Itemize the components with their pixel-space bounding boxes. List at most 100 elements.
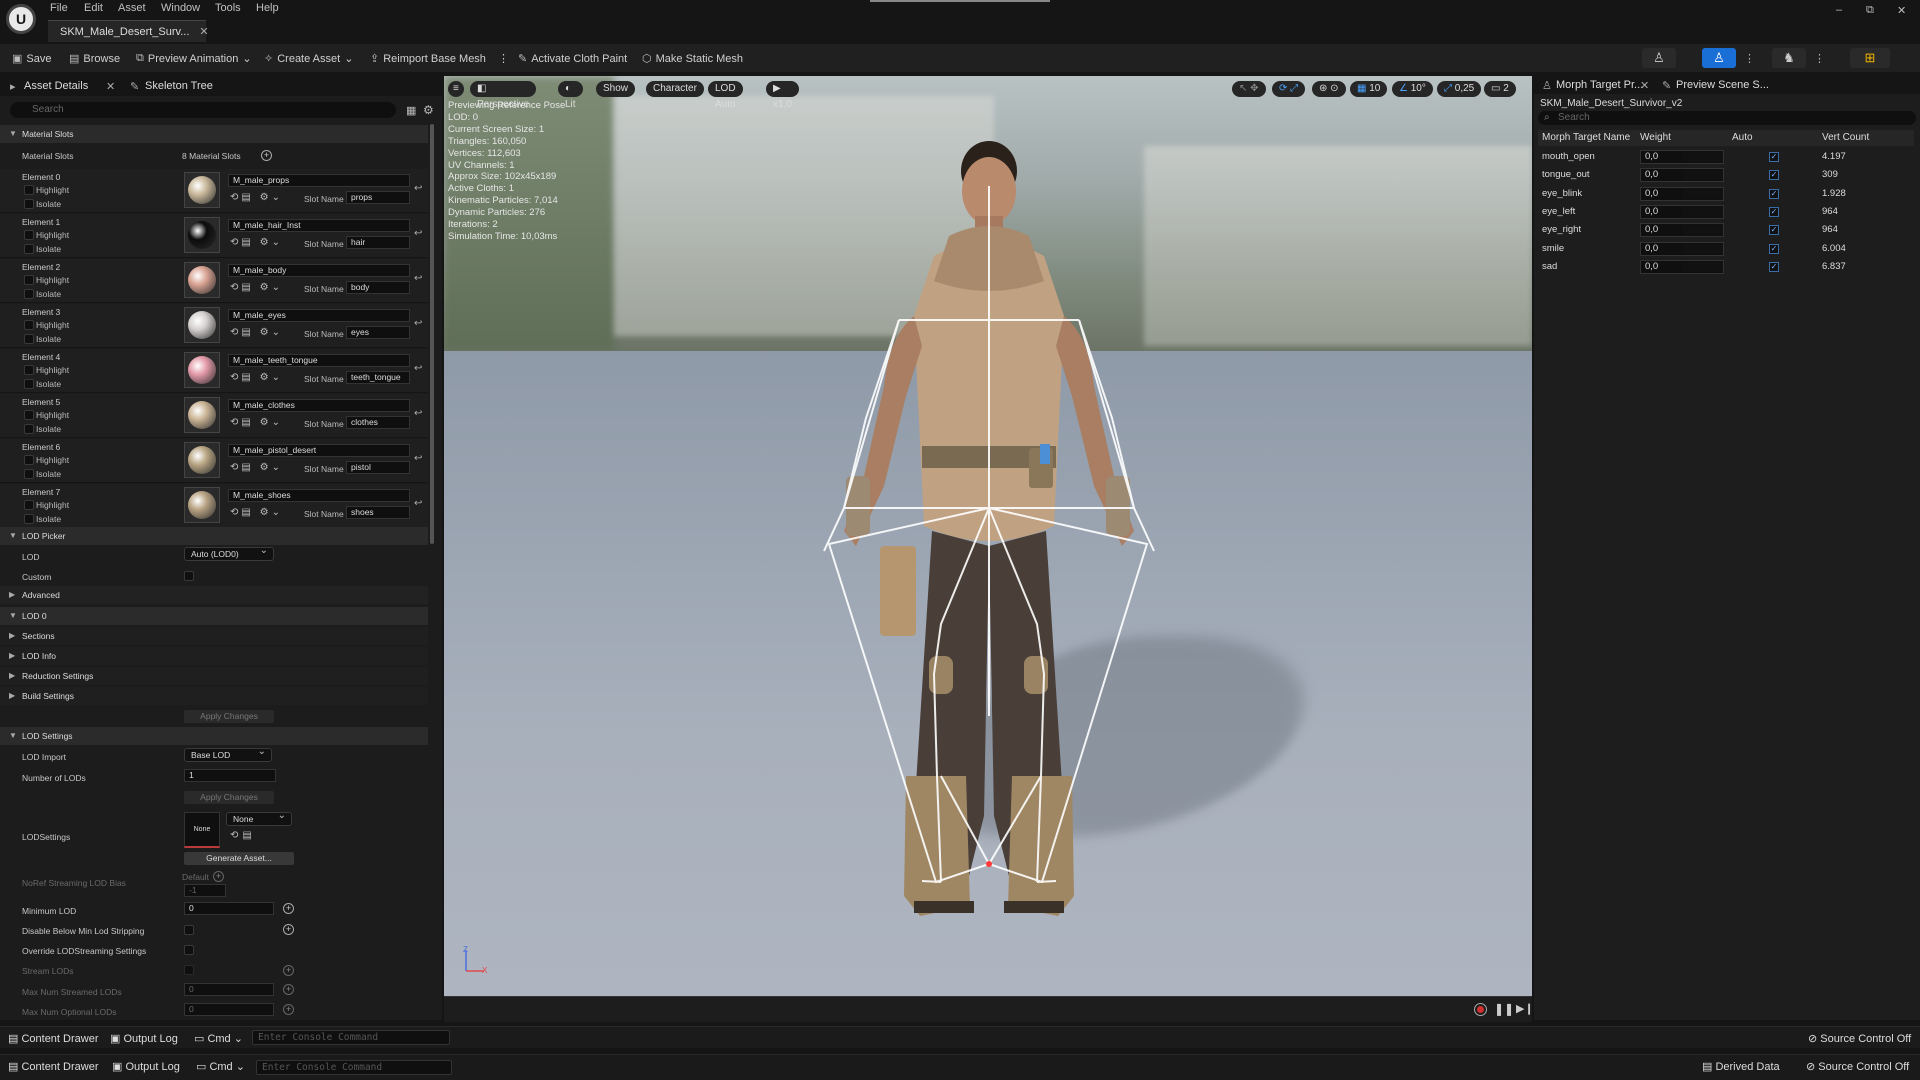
lodsettings-dropdown[interactable]: None [226, 810, 292, 826]
highlight-checkbox[interactable] [24, 410, 34, 420]
apply-changes-button-2[interactable]: Apply Changes [184, 791, 274, 804]
material-name-field[interactable]: M_male_pistol_desert [228, 444, 410, 457]
highlight-checkbox[interactable] [24, 365, 34, 375]
console-input[interactable]: Enter Console Command [252, 1030, 450, 1045]
cmd-dropdown[interactable]: ▭ Cmd ⌄ [194, 1032, 243, 1045]
slot-name-input[interactable]: teeth_tongue [346, 371, 410, 384]
blueprint-mode-button[interactable]: ⊞ [1850, 48, 1890, 68]
lit-button[interactable]: ◐ Lit [558, 81, 583, 110]
noref-value-input[interactable]: -1 [184, 884, 226, 897]
custom-checkbox[interactable] [184, 571, 194, 581]
auto-checkbox[interactable]: ✓ [1769, 188, 1779, 199]
perspective-button[interactable]: ◧ Perspective [470, 81, 537, 110]
weight-input[interactable]: 0,0 [1640, 186, 1724, 201]
character-button[interactable]: Character [646, 81, 704, 97]
character-model[interactable] [444, 76, 1532, 996]
more-options-icon[interactable]: ⋮ [1814, 52, 1825, 65]
material-thumbnail[interactable] [184, 172, 220, 208]
number-of-lods-input[interactable]: 1 [184, 769, 276, 782]
lod-auto-button[interactable]: LOD Auto [708, 81, 743, 110]
material-name-field[interactable]: M_male_clothes [228, 399, 410, 412]
isolate-checkbox[interactable] [24, 199, 34, 209]
tab-skeleton-tree[interactable]: Skeleton Tree [145, 80, 213, 92]
morph-target-row[interactable]: eye_right 0,0 ✓ 964 [1538, 221, 1914, 239]
more-options-icon[interactable]: ⋮ [1744, 52, 1755, 65]
weight-input[interactable]: 0,0 [1640, 150, 1724, 164]
restore-button[interactable]: ⧉ [1866, 4, 1874, 17]
material-name-field[interactable]: M_male_eyes [228, 309, 410, 322]
add-platform-override-icon[interactable]: + [283, 903, 294, 914]
material-name-field[interactable]: M_male_hair_Inst [228, 219, 410, 232]
show-button[interactable]: Show [596, 81, 636, 97]
col-weight[interactable]: Weight [1640, 132, 1671, 143]
auto-checkbox[interactable]: ✓ [1769, 225, 1779, 236]
morph-target-row[interactable]: eye_left 0,0 ✓ 964 [1538, 203, 1914, 221]
override-streaming-checkbox[interactable] [184, 945, 194, 955]
highlight-checkbox[interactable] [24, 455, 34, 465]
menu-window[interactable]: Window [161, 2, 200, 14]
more-options-icon[interactable]: ⋮ [498, 52, 509, 65]
stream-lods-checkbox[interactable] [184, 965, 194, 975]
highlight-checkbox[interactable] [24, 320, 34, 330]
reset-arrow-icon[interactable]: ↩ [414, 273, 422, 284]
isolate-checkbox[interactable] [24, 244, 34, 254]
make-static-mesh-button[interactable]: ⬡ Make Static Mesh [642, 52, 743, 66]
close-tab-icon[interactable]: ✕ [199, 25, 208, 38]
reset-arrow-icon[interactable]: ↩ [414, 228, 422, 239]
material-name-field[interactable]: M_male_props [228, 174, 410, 187]
highlight-checkbox[interactable] [24, 500, 34, 510]
output-log-button[interactable]: ▣ Output Log [112, 1060, 180, 1073]
material-name-field[interactable]: M_male_body [228, 264, 410, 277]
max-streamed-input[interactable]: 0 [184, 983, 274, 996]
menu-help[interactable]: Help [256, 2, 279, 14]
slot-name-input[interactable]: clothes [346, 416, 410, 429]
material-thumbnail[interactable] [184, 397, 220, 433]
isolate-checkbox[interactable] [24, 469, 34, 479]
output-log-button[interactable]: ▣ Output Log [110, 1032, 178, 1045]
highlight-checkbox[interactable] [24, 185, 34, 195]
scale-snap-button[interactable]: ⤢ 0,25 [1437, 81, 1482, 97]
lod-settings-header[interactable]: ▼ LOD Settings [0, 727, 428, 745]
add-platform-override-icon[interactable]: + [283, 984, 294, 995]
pause-icon[interactable]: ❚❚ [1494, 1002, 1514, 1016]
camera-speed-button[interactable]: ▭ 2 [1484, 81, 1516, 97]
reimport-button[interactable]: ⇪ Reimport Base Mesh ⋮ [370, 52, 509, 66]
material-thumbnail[interactable] [184, 262, 220, 298]
weight-input[interactable]: 0,0 [1640, 204, 1724, 219]
reset-arrow-icon[interactable]: ↩ [414, 408, 422, 419]
cmd-dropdown[interactable]: ▭ Cmd ⌄ [196, 1060, 245, 1073]
material-asset-icons[interactable]: ⟲▤ ⚙⌄ [230, 282, 283, 293]
material-asset-icons[interactable]: ⟲▤ ⚙⌄ [230, 462, 283, 473]
max-optional-input[interactable]: 0 [184, 1003, 274, 1016]
console-input[interactable]: Enter Console Command [256, 1060, 452, 1075]
highlight-checkbox[interactable] [24, 275, 34, 285]
menu-file[interactable]: File [50, 2, 68, 14]
derived-data-button[interactable]: ▤ Derived Data [1702, 1060, 1780, 1073]
asset-document-tab[interactable]: SKM_Male_Desert_Surv... ✕ [48, 20, 209, 42]
isolate-checkbox[interactable] [24, 424, 34, 434]
auto-checkbox[interactable]: ✓ [1769, 152, 1779, 162]
morph-target-row[interactable]: tongue_out 0,0 ✓ 309 [1538, 166, 1914, 184]
slot-name-input[interactable]: pistol [346, 461, 410, 474]
material-thumbnail[interactable] [184, 352, 220, 388]
details-scrollbar[interactable] [430, 124, 434, 544]
add-slot-icon[interactable]: + [261, 150, 272, 161]
auto-checkbox[interactable]: ✓ [1769, 261, 1779, 272]
menu-asset[interactable]: Asset [118, 2, 146, 14]
material-asset-icons[interactable]: ⟲▤ ⚙⌄ [230, 417, 283, 428]
lod-import-dropdown[interactable]: Base LOD [184, 746, 272, 762]
browse-button[interactable]: ▤ Browse [69, 52, 120, 66]
reset-arrow-icon[interactable]: ↩ [414, 318, 422, 329]
material-name-field[interactable]: M_male_shoes [228, 489, 410, 502]
preview-animation-button[interactable]: ⧉ Preview Animation ⌄ [136, 52, 252, 65]
generate-asset-button[interactable]: Generate Asset... [184, 852, 294, 865]
unreal-logo-icon[interactable]: U [6, 4, 36, 34]
col-vert-count[interactable]: Vert Count [1822, 132, 1869, 143]
auto-checkbox[interactable]: ✓ [1769, 206, 1779, 217]
material-thumbnail[interactable] [184, 217, 220, 253]
material-asset-icons[interactable]: ⟲▤ ⚙⌄ [230, 372, 283, 383]
lod-picker-header[interactable]: ▼ LOD Picker [0, 527, 428, 545]
settings-gear-icon[interactable]: ⚙ [423, 103, 434, 117]
weight-input[interactable]: 0,0 [1640, 223, 1724, 238]
playback-speed-button[interactable]: ▶ x1,0 [766, 81, 799, 110]
